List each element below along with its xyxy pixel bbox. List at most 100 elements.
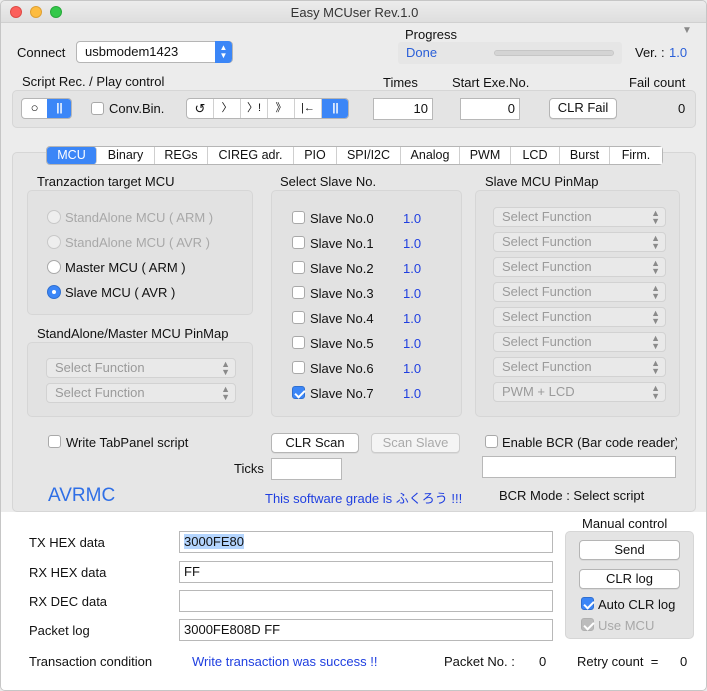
tab-regs[interactable]: REGs: [155, 147, 208, 164]
collapse-triangle-icon[interactable]: ▼: [682, 25, 692, 36]
slave-checkbox-6[interactable]: [292, 361, 305, 374]
tab-pio[interactable]: PIO: [294, 147, 337, 164]
start-exe-input[interactable]: 0: [460, 98, 520, 120]
radio-master-arm[interactable]: [47, 260, 61, 274]
slave-label-0: Slave No.0: [310, 211, 374, 226]
slave-pinmap-select-5[interactable]: Select Function ▲ ▼: [493, 332, 666, 352]
radio-slave-avr-label: Slave MCU ( AVR ): [65, 285, 176, 300]
slave-checkbox-0[interactable]: [292, 211, 305, 224]
slave-checkbox-1[interactable]: [292, 236, 305, 249]
step-icon[interactable]: 〉: [214, 99, 241, 118]
tab-firm[interactable]: Firm.: [610, 147, 662, 164]
conv-bin-label: Conv.Bin.: [109, 101, 165, 116]
slave-checkbox-2[interactable]: [292, 261, 305, 274]
slave-pinmap-select-3[interactable]: Select Function ▲ ▼: [493, 282, 666, 302]
tab-mcu[interactable]: MCU: [47, 147, 97, 164]
use-mcu-checkbox[interactable]: [581, 618, 594, 631]
ticks-input[interactable]: [271, 458, 342, 480]
slave-pinmap-select-2-value: Select Function: [502, 259, 592, 274]
step-break-icon[interactable]: 〉!: [241, 99, 268, 118]
tab-spi-i2c[interactable]: SPI/I2C: [337, 147, 401, 164]
version-value: 1.0: [669, 45, 688, 60]
slave-pinmap-select-1[interactable]: Select Function ▲ ▼: [493, 232, 666, 252]
manual-control-title: Manual control: [582, 516, 668, 531]
slave-version-3: 1.0: [403, 286, 422, 301]
port-select[interactable]: usbmodem1423 ▲ ▼: [76, 41, 233, 63]
rx-hex-input[interactable]: FF: [179, 561, 553, 583]
repeat-icon[interactable]: ↺: [187, 99, 214, 118]
tx-hex-input[interactable]: 3000FE80: [179, 531, 553, 553]
slave-checkbox-4[interactable]: [292, 311, 305, 324]
grade-text: This software grade is ふくろう !!!: [265, 491, 463, 506]
tab-burst[interactable]: Burst: [560, 147, 610, 164]
auto-clr-log-checkbox[interactable]: [581, 597, 594, 610]
record-circle-icon[interactable]: ○: [22, 99, 47, 118]
radio-slave-avr[interactable]: [47, 285, 61, 299]
write-tabpanel-label: Write TabPanel script: [66, 435, 189, 450]
radio-standalone-arm-label: StandAlone MCU ( ARM ): [65, 210, 214, 225]
slave-pinmap-select-4-value: Select Function: [502, 309, 592, 324]
tab-binary[interactable]: Binary: [97, 147, 155, 164]
slave-version-4: 1.0: [403, 311, 422, 326]
send-button[interactable]: Send: [579, 540, 680, 560]
chevron-updown-icon: ▲ ▼: [215, 41, 232, 63]
radio-standalone-avr-label: StandAlone MCU ( AVR ): [65, 235, 210, 250]
slave-checkbox-5[interactable]: [292, 336, 305, 349]
enable-bcr-checkbox[interactable]: [485, 435, 498, 448]
slave-label-5: Slave No.5: [310, 336, 374, 351]
target-mcu-title: Tranzaction target MCU: [37, 174, 175, 189]
progress-label: Progress: [405, 27, 458, 42]
radio-standalone-avr[interactable]: [47, 235, 61, 249]
avrmc-label: AVRMC: [48, 485, 116, 506]
slave-pinmap-select-0-value: Select Function: [502, 209, 592, 224]
chevron-updown-icon: ▲ ▼: [651, 283, 660, 301]
rx-dec-input[interactable]: [179, 590, 553, 612]
slave-pinmap-select-4[interactable]: Select Function ▲ ▼: [493, 307, 666, 327]
slave-pinmap-select-6[interactable]: Select Function ▲ ▼: [493, 357, 666, 377]
tab-pwm[interactable]: PWM: [460, 147, 511, 164]
pause-icon[interactable]: ||: [47, 99, 71, 118]
start-exe-label: Start Exe.No.: [452, 75, 530, 90]
slave-checkbox-7[interactable]: [292, 386, 305, 399]
window-title: Easy MCUser Rev.1.0: [290, 5, 419, 20]
slave-version-2: 1.0: [403, 261, 422, 276]
pinmap-select-2[interactable]: Select Function ▲ ▼: [46, 383, 236, 403]
slave-pinmap-select-0[interactable]: Select Function ▲ ▼: [493, 207, 666, 227]
chevron-updown-icon: ▲ ▼: [651, 308, 660, 326]
scan-slave-button[interactable]: Scan Slave: [371, 433, 460, 453]
chevron-updown-icon: ▲ ▼: [651, 233, 660, 251]
rx-dec-label: RX DEC data: [29, 594, 108, 609]
clr-log-button[interactable]: CLR log: [579, 569, 680, 589]
radio-standalone-arm[interactable]: [47, 210, 61, 224]
packet-no-label: Packet No. :: [444, 654, 515, 669]
chevron-updown-icon: ▲ ▼: [221, 384, 230, 402]
tab-analog[interactable]: Analog: [401, 147, 460, 164]
slave-pinmap-select-5-value: Select Function: [502, 334, 592, 349]
progress-bar: [494, 50, 614, 56]
clr-scan-button[interactable]: CLR Scan: [271, 433, 359, 453]
bcr-input[interactable]: [482, 456, 676, 478]
pause-icon[interactable]: ||: [322, 99, 348, 118]
playback-segment[interactable]: ↺ 〉 〉! 》 |← ||: [186, 98, 349, 119]
clr-fail-button[interactable]: CLR Fail: [549, 98, 617, 119]
slave-pinmap-title: Slave MCU PinMap: [485, 174, 599, 189]
slave-pinmap-select-7[interactable]: PWM + LCD ▲ ▼: [493, 382, 666, 402]
tab-cireg-adr[interactable]: CIREG adr.: [208, 147, 294, 164]
slave-checkbox-3[interactable]: [292, 286, 305, 299]
packet-log-input[interactable]: 3000FE808D FF: [179, 619, 553, 641]
rewind-icon[interactable]: |←: [295, 99, 322, 118]
slave-pinmap-select-3-value: Select Function: [502, 284, 592, 299]
chevron-updown-icon: ▲ ▼: [651, 333, 660, 351]
tab-lcd[interactable]: LCD: [511, 147, 560, 164]
times-input[interactable]: 10: [373, 98, 433, 120]
chevron-updown-icon: ▲ ▼: [651, 358, 660, 376]
retry-count-label: Retry count =: [577, 654, 659, 669]
write-tabpanel-checkbox[interactable]: [48, 435, 61, 448]
pinmap-select-1[interactable]: Select Function ▲ ▼: [46, 358, 236, 378]
rec-play-segment[interactable]: ○ ||: [21, 98, 72, 119]
run-icon[interactable]: 》: [268, 99, 295, 118]
transaction-condition-value: Write transaction was success !!: [192, 654, 378, 669]
slave-pinmap-select-2[interactable]: Select Function ▲ ▼: [493, 257, 666, 277]
conv-bin-checkbox[interactable]: [91, 102, 104, 115]
slave-version-0: 1.0: [403, 211, 422, 226]
